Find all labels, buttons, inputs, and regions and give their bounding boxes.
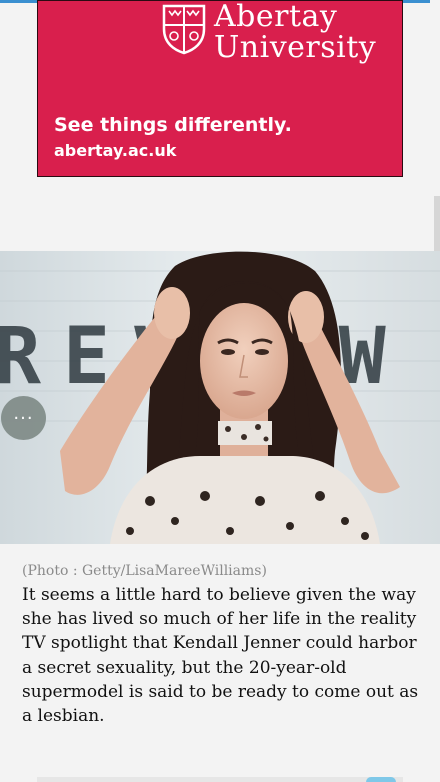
ad-url-link[interactable]: abertay.ac.uk: [54, 141, 176, 160]
ad-tagline: See things differently.: [54, 114, 292, 136]
university-crest-icon: [162, 4, 206, 55]
more-options-icon: ···: [13, 407, 34, 429]
advertisement-banner[interactable]: Abertay University See things differentl…: [37, 0, 403, 177]
article-photo: REVIEW: [0, 251, 440, 544]
next-ad-card[interactable]: [37, 777, 403, 782]
photo-caption: (Photo : Getty/LisaMareeWilliams): [22, 563, 267, 579]
photo-illustration: REVIEW: [0, 251, 440, 544]
article-paragraph: It seems a little hard to believe given …: [22, 585, 419, 727]
next-card-icon: [366, 777, 396, 782]
more-options-button[interactable]: ···: [1, 396, 46, 440]
ad-university-name: Abertay University: [214, 0, 377, 65]
